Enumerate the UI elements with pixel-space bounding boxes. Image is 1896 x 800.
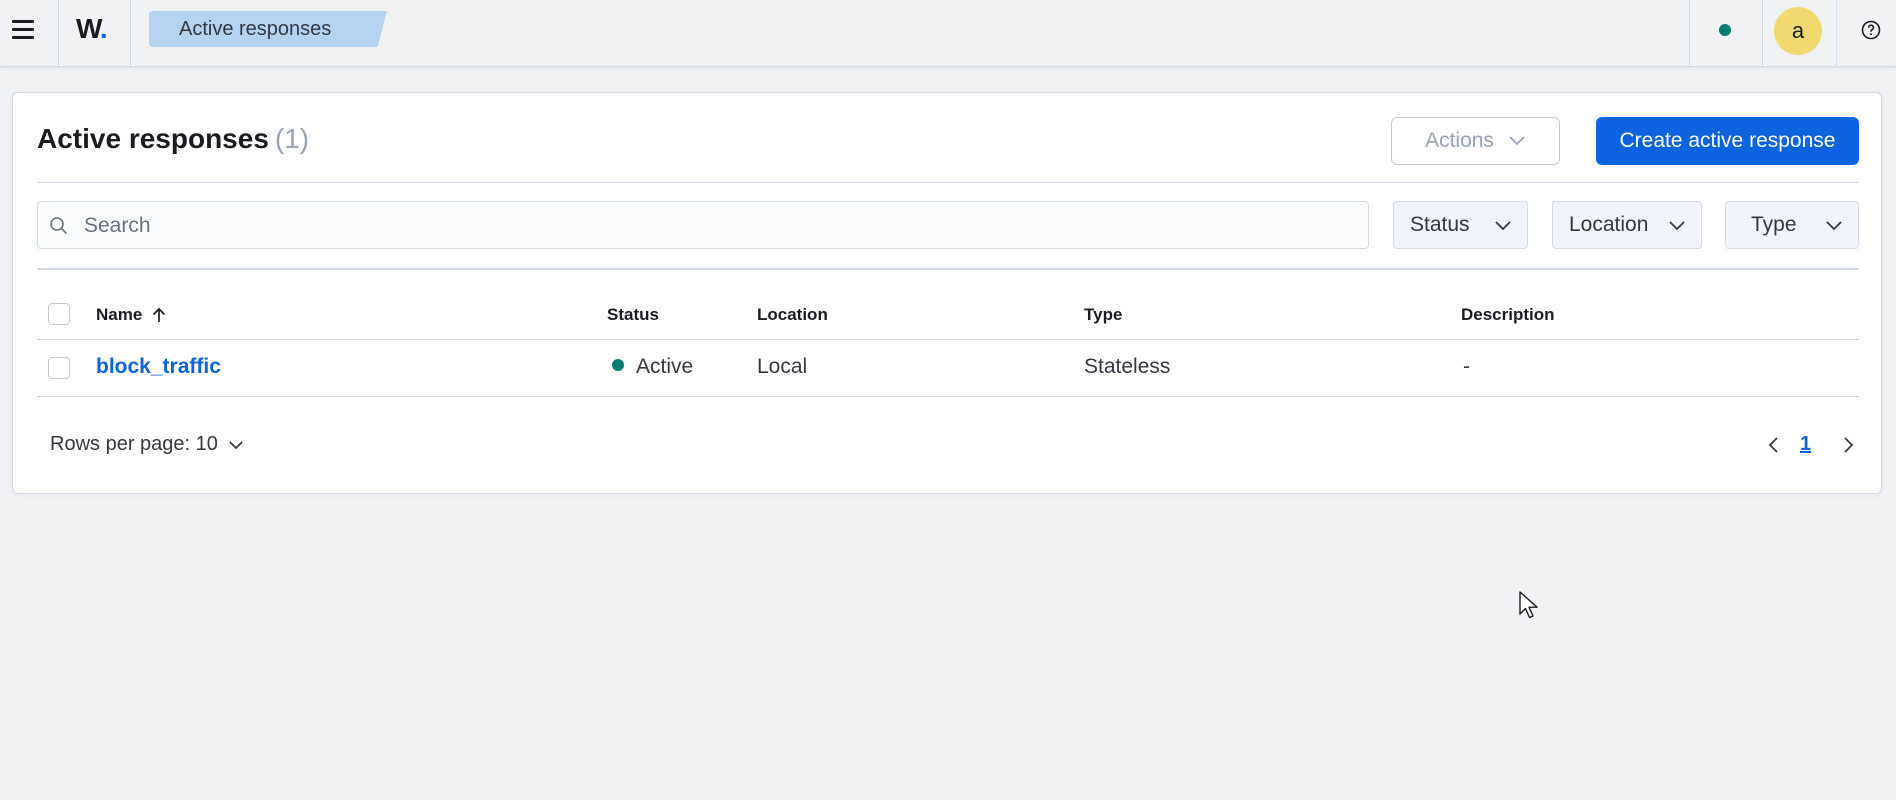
table-row-status: Active bbox=[612, 355, 693, 379]
divider bbox=[37, 182, 1859, 183]
search-input[interactable]: Search bbox=[37, 201, 1369, 249]
create-active-response-button[interactable]: Create active response bbox=[1596, 117, 1859, 165]
column-header-status[interactable]: Status bbox=[607, 305, 659, 325]
mouse-cursor-icon bbox=[1519, 591, 1538, 619]
rows-per-page-selector[interactable]: Rows per page: 10 bbox=[50, 433, 244, 456]
health-status-icon[interactable] bbox=[1719, 24, 1731, 36]
chevron-down-icon bbox=[229, 440, 243, 449]
status-active-icon bbox=[612, 359, 624, 372]
app-logo[interactable]: W. bbox=[76, 13, 108, 45]
breadcrumb-active-responses[interactable]: Active responses bbox=[149, 11, 387, 47]
divider bbox=[130, 0, 131, 66]
divider bbox=[1689, 0, 1690, 66]
page-number-button[interactable]: 1 bbox=[1800, 433, 1811, 456]
menu-icon[interactable] bbox=[8, 14, 38, 44]
table-row-location: Local bbox=[757, 355, 808, 378]
sort-ascending-icon bbox=[153, 307, 166, 322]
table-row-type: Stateless bbox=[1084, 355, 1171, 378]
chevron-down-icon bbox=[1495, 221, 1511, 231]
page-title: Active responses (1) bbox=[37, 123, 310, 154]
table-row-description: - bbox=[1463, 355, 1470, 378]
column-header-description[interactable]: Description bbox=[1461, 305, 1555, 325]
status-filter-button[interactable]: Status bbox=[1393, 201, 1528, 249]
search-icon bbox=[50, 217, 68, 235]
column-header-name[interactable]: Name bbox=[96, 305, 168, 325]
select-all-checkbox[interactable] bbox=[48, 303, 70, 325]
user-avatar[interactable]: a bbox=[1774, 7, 1822, 55]
next-page-icon[interactable] bbox=[1839, 433, 1857, 457]
row-checkbox[interactable] bbox=[48, 357, 70, 379]
location-filter-button[interactable]: Location bbox=[1552, 201, 1702, 249]
divider bbox=[1836, 0, 1837, 66]
chevron-down-icon bbox=[1669, 221, 1685, 231]
chevron-down-icon bbox=[1826, 221, 1842, 231]
help-icon[interactable] bbox=[1859, 18, 1883, 42]
previous-page-icon[interactable] bbox=[1765, 433, 1783, 457]
top-header: W. Active responses a bbox=[0, 0, 1896, 67]
table-row-name-link[interactable]: block_traffic bbox=[96, 355, 221, 379]
result-count: (1) bbox=[274, 123, 310, 154]
divider bbox=[37, 339, 1859, 340]
column-header-type[interactable]: Type bbox=[1084, 305, 1122, 325]
active-responses-panel: Active responses (1) Actions Create activ… bbox=[12, 92, 1882, 494]
search-placeholder: Search bbox=[84, 214, 151, 237]
divider bbox=[37, 268, 1859, 270]
actions-button[interactable]: Actions bbox=[1391, 117, 1560, 165]
type-filter-button[interactable]: Type bbox=[1725, 201, 1859, 249]
divider bbox=[58, 0, 59, 66]
divider bbox=[1762, 0, 1763, 66]
column-header-location[interactable]: Location bbox=[757, 305, 828, 325]
chevron-down-icon bbox=[1509, 136, 1525, 146]
divider bbox=[37, 396, 1859, 397]
